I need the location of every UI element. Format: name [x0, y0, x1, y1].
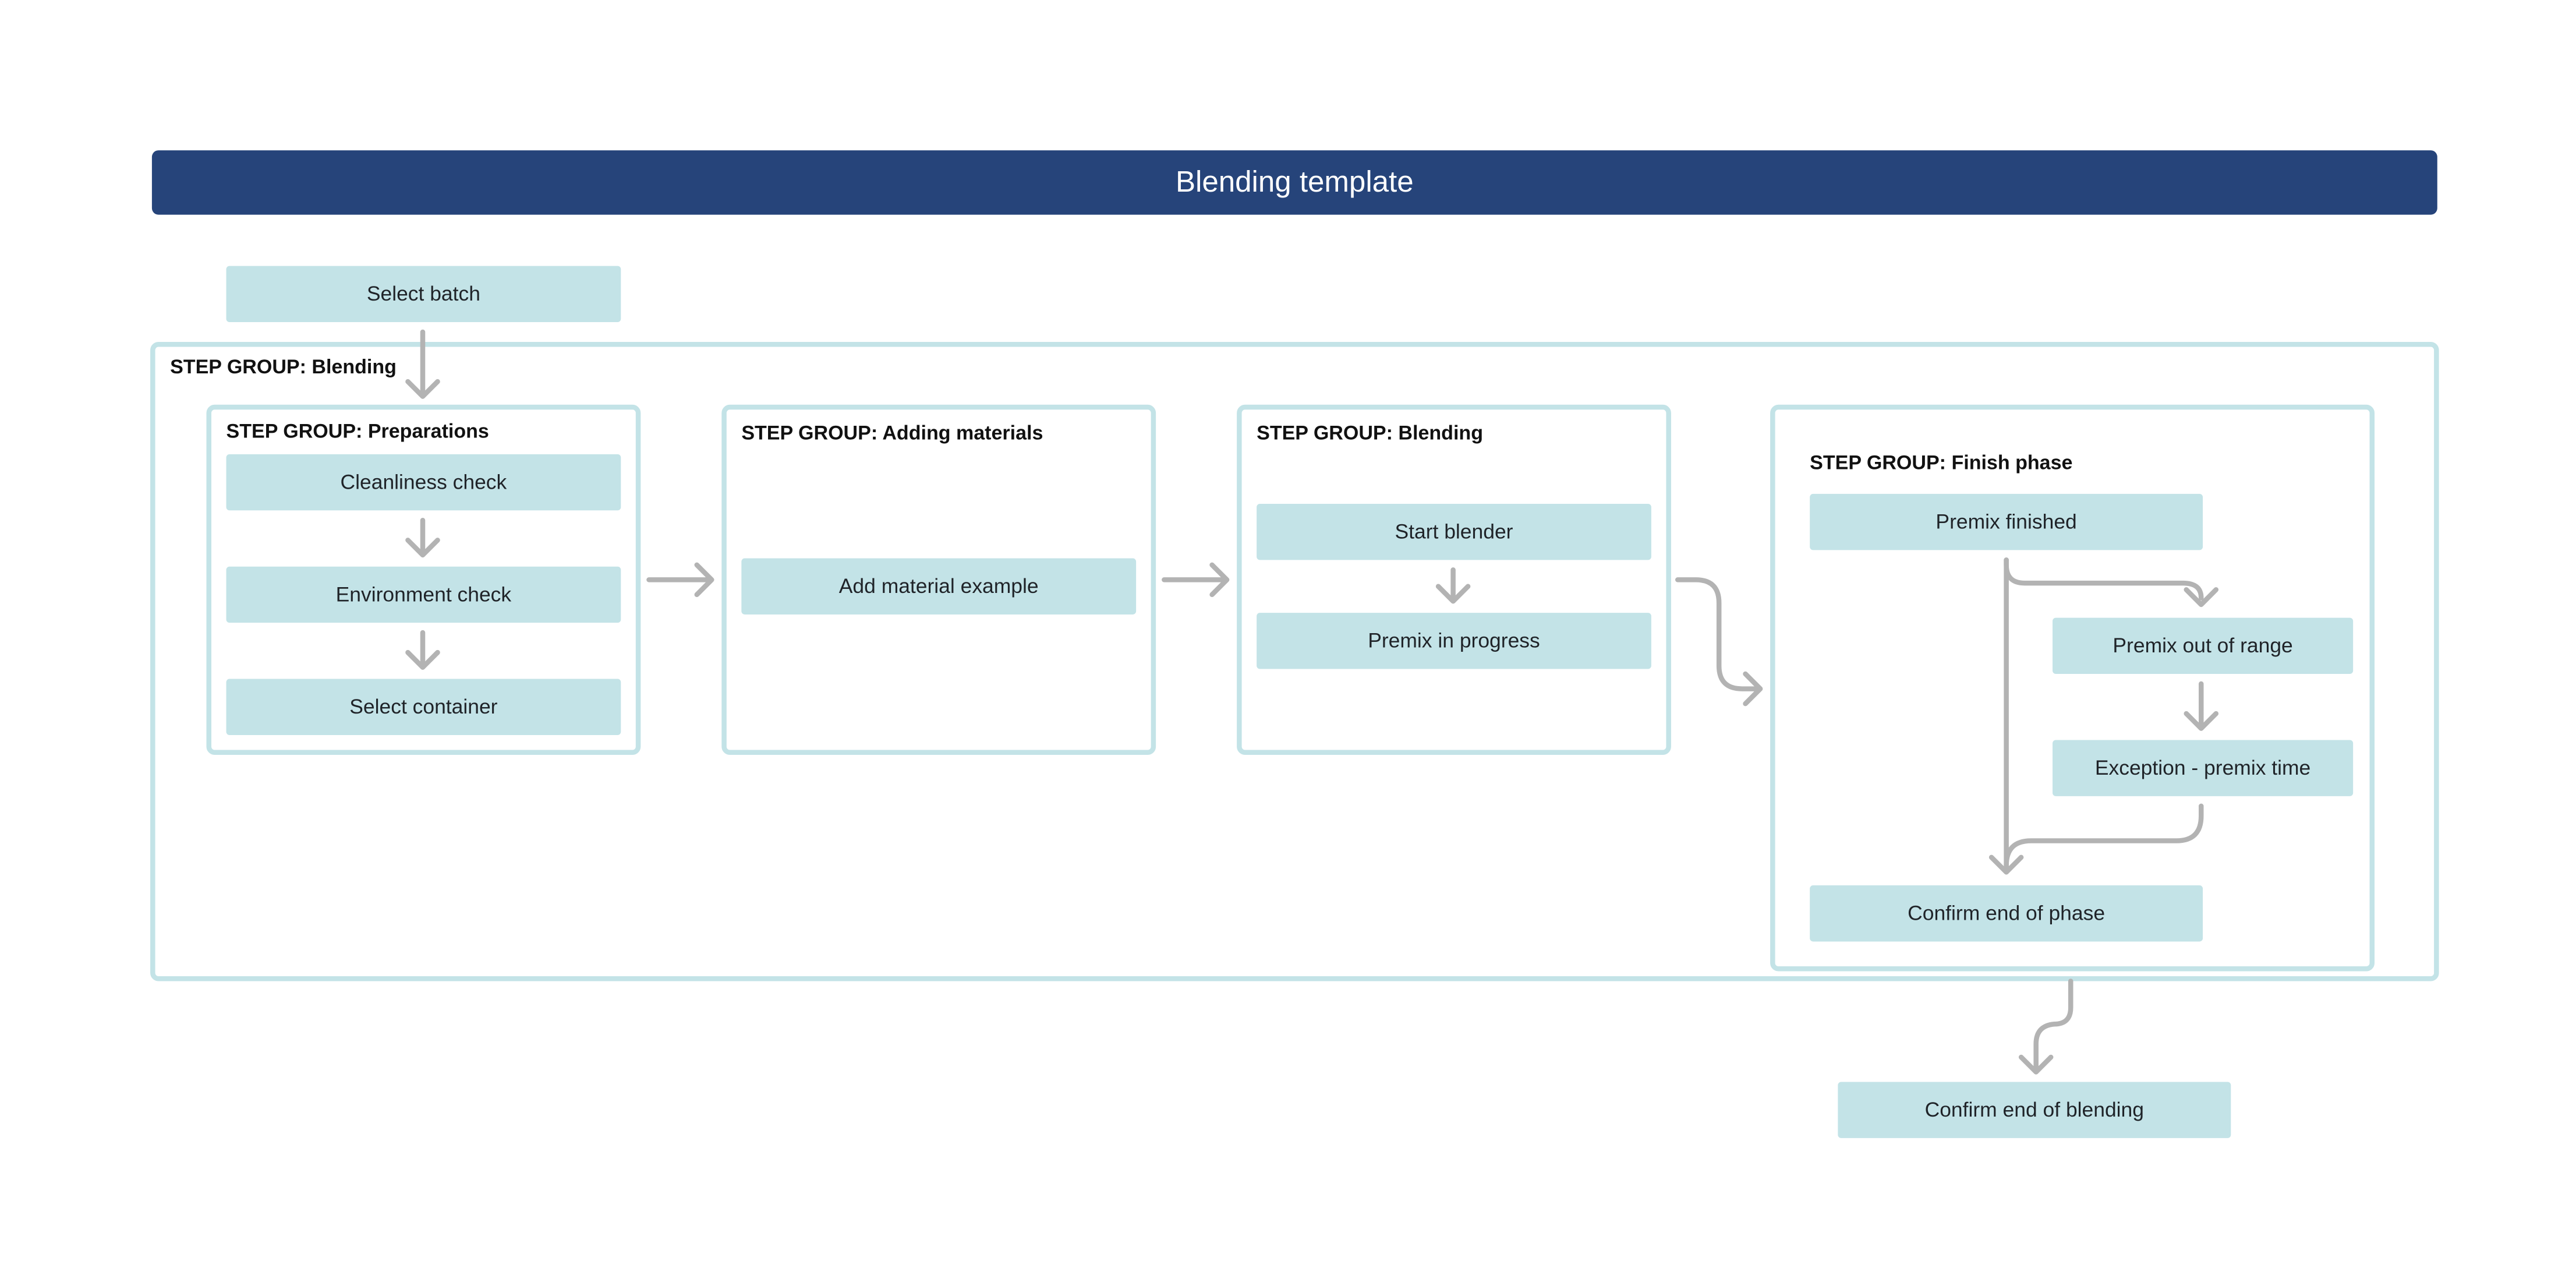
- step-premix-in-progress[interactable]: Premix in progress: [1257, 613, 1651, 669]
- step-group-label-outer: STEP GROUP: Blending: [170, 355, 397, 379]
- step-add-material-example[interactable]: Add material example: [741, 558, 1137, 614]
- step-environment-check[interactable]: Environment check: [226, 566, 621, 623]
- step-premix-finished[interactable]: Premix finished: [1810, 493, 2203, 550]
- step-start-blender[interactable]: Start blender: [1257, 503, 1651, 560]
- step-group-label-blending-inner: STEP GROUP: Blending: [1257, 421, 1483, 444]
- step-group-blending-inner: [1237, 404, 1671, 755]
- step-group-label-preparations: STEP GROUP: Preparations: [226, 419, 489, 443]
- step-select-container[interactable]: Select container: [226, 679, 621, 735]
- step-confirm-end-of-blending[interactable]: Confirm end of blending: [1838, 1082, 2231, 1138]
- step-group-label-adding-materials: STEP GROUP: Adding materials: [741, 421, 1043, 444]
- diagram-canvas: Blending template Select batch STEP GROU…: [0, 0, 2576, 1282]
- connector-finish-to-end-blending: [2018, 979, 2073, 1075]
- step-confirm-end-of-phase[interactable]: Confirm end of phase: [1810, 885, 2203, 942]
- step-select-batch[interactable]: Select batch: [226, 266, 621, 323]
- step-premix-out-of-range[interactable]: Premix out of range: [2053, 617, 2354, 674]
- page-title: Blending template: [151, 150, 2437, 215]
- step-exception-premix-time[interactable]: Exception - premix time: [2053, 740, 2354, 796]
- step-cleanliness-check[interactable]: Cleanliness check: [226, 454, 621, 511]
- step-group-label-finish-phase: STEP GROUP: Finish phase: [1810, 451, 2073, 474]
